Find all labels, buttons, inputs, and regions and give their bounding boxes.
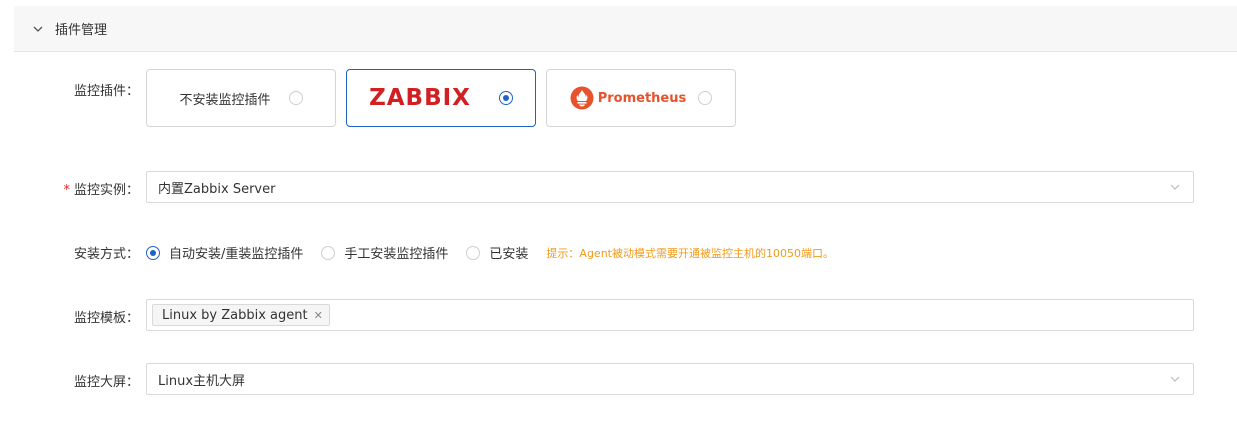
install-hint: 提示：Agent被动模式需要开通被监控主机的10050端口。	[546, 246, 834, 260]
install-radio-group: 自动安装/重装监控插件 手工安装监控插件 已安装 提示：Agent被动模式需要开…	[146, 243, 834, 262]
prometheus-flame-icon	[570, 86, 594, 110]
instance-label-text: 监控实例：	[73, 183, 139, 198]
zabbix-logo: ZABBIX	[369, 85, 471, 111]
section-header[interactable]: 插件管理	[14, 6, 1237, 52]
dashboard-select-value: Linux主机大屏	[158, 373, 246, 389]
template-tag: Linux by Zabbix agent ✕	[152, 304, 330, 326]
prometheus-logo-text: Prometheus	[597, 90, 687, 106]
plugin-option-prometheus[interactable]: Prometheus	[546, 69, 736, 127]
instance-select[interactable]: 内置Zabbix Server	[146, 171, 1194, 203]
plugin-zabbix-radio[interactable]	[498, 91, 513, 105]
install-label: 安装方式：	[73, 247, 139, 262]
instance-label: * 监控实例：	[63, 179, 139, 198]
install-option-manual-label: 手工安装监控插件	[344, 247, 449, 262]
install-option-auto-label: 自动安装/重装监控插件	[169, 247, 304, 262]
install-option-manual[interactable]: 手工安装监控插件	[321, 243, 448, 262]
install-installed-radio[interactable]	[466, 245, 481, 260]
install-option-installed[interactable]: 已安装	[466, 243, 528, 262]
install-manual-radio[interactable]	[321, 245, 336, 260]
plugin-label: 监控插件：	[73, 84, 139, 99]
plugin-option-none-label: 不安装监控插件	[179, 92, 271, 108]
template-tag-label: Linux by Zabbix agent	[162, 307, 308, 323]
install-auto-radio[interactable]	[146, 245, 160, 260]
install-option-auto[interactable]: 自动安装/重装监控插件	[146, 243, 303, 262]
dashboard-select[interactable]: Linux主机大屏	[146, 363, 1194, 395]
install-option-installed-label: 已安装	[489, 247, 529, 262]
instance-select-value: 内置Zabbix Server	[158, 181, 276, 197]
prometheus-logo: Prometheus	[570, 86, 687, 110]
chevron-down-icon	[1170, 184, 1180, 190]
chevron-down-icon[interactable]	[31, 22, 45, 36]
plugin-option-zabbix[interactable]: ZABBIX	[346, 69, 536, 127]
chevron-down-icon	[1170, 376, 1180, 382]
required-mark: *	[63, 183, 70, 198]
plugin-prometheus-radio[interactable]	[698, 91, 713, 105]
plugin-none-radio[interactable]	[288, 91, 303, 105]
template-multiselect[interactable]: Linux by Zabbix agent ✕	[146, 299, 1194, 331]
close-icon[interactable]: ✕	[314, 309, 323, 322]
template-label: 监控模板：	[73, 311, 139, 326]
plugin-option-none[interactable]: 不安装监控插件	[146, 69, 336, 127]
section-title: 插件管理	[55, 23, 108, 38]
dashboard-label: 监控大屏：	[73, 375, 139, 390]
